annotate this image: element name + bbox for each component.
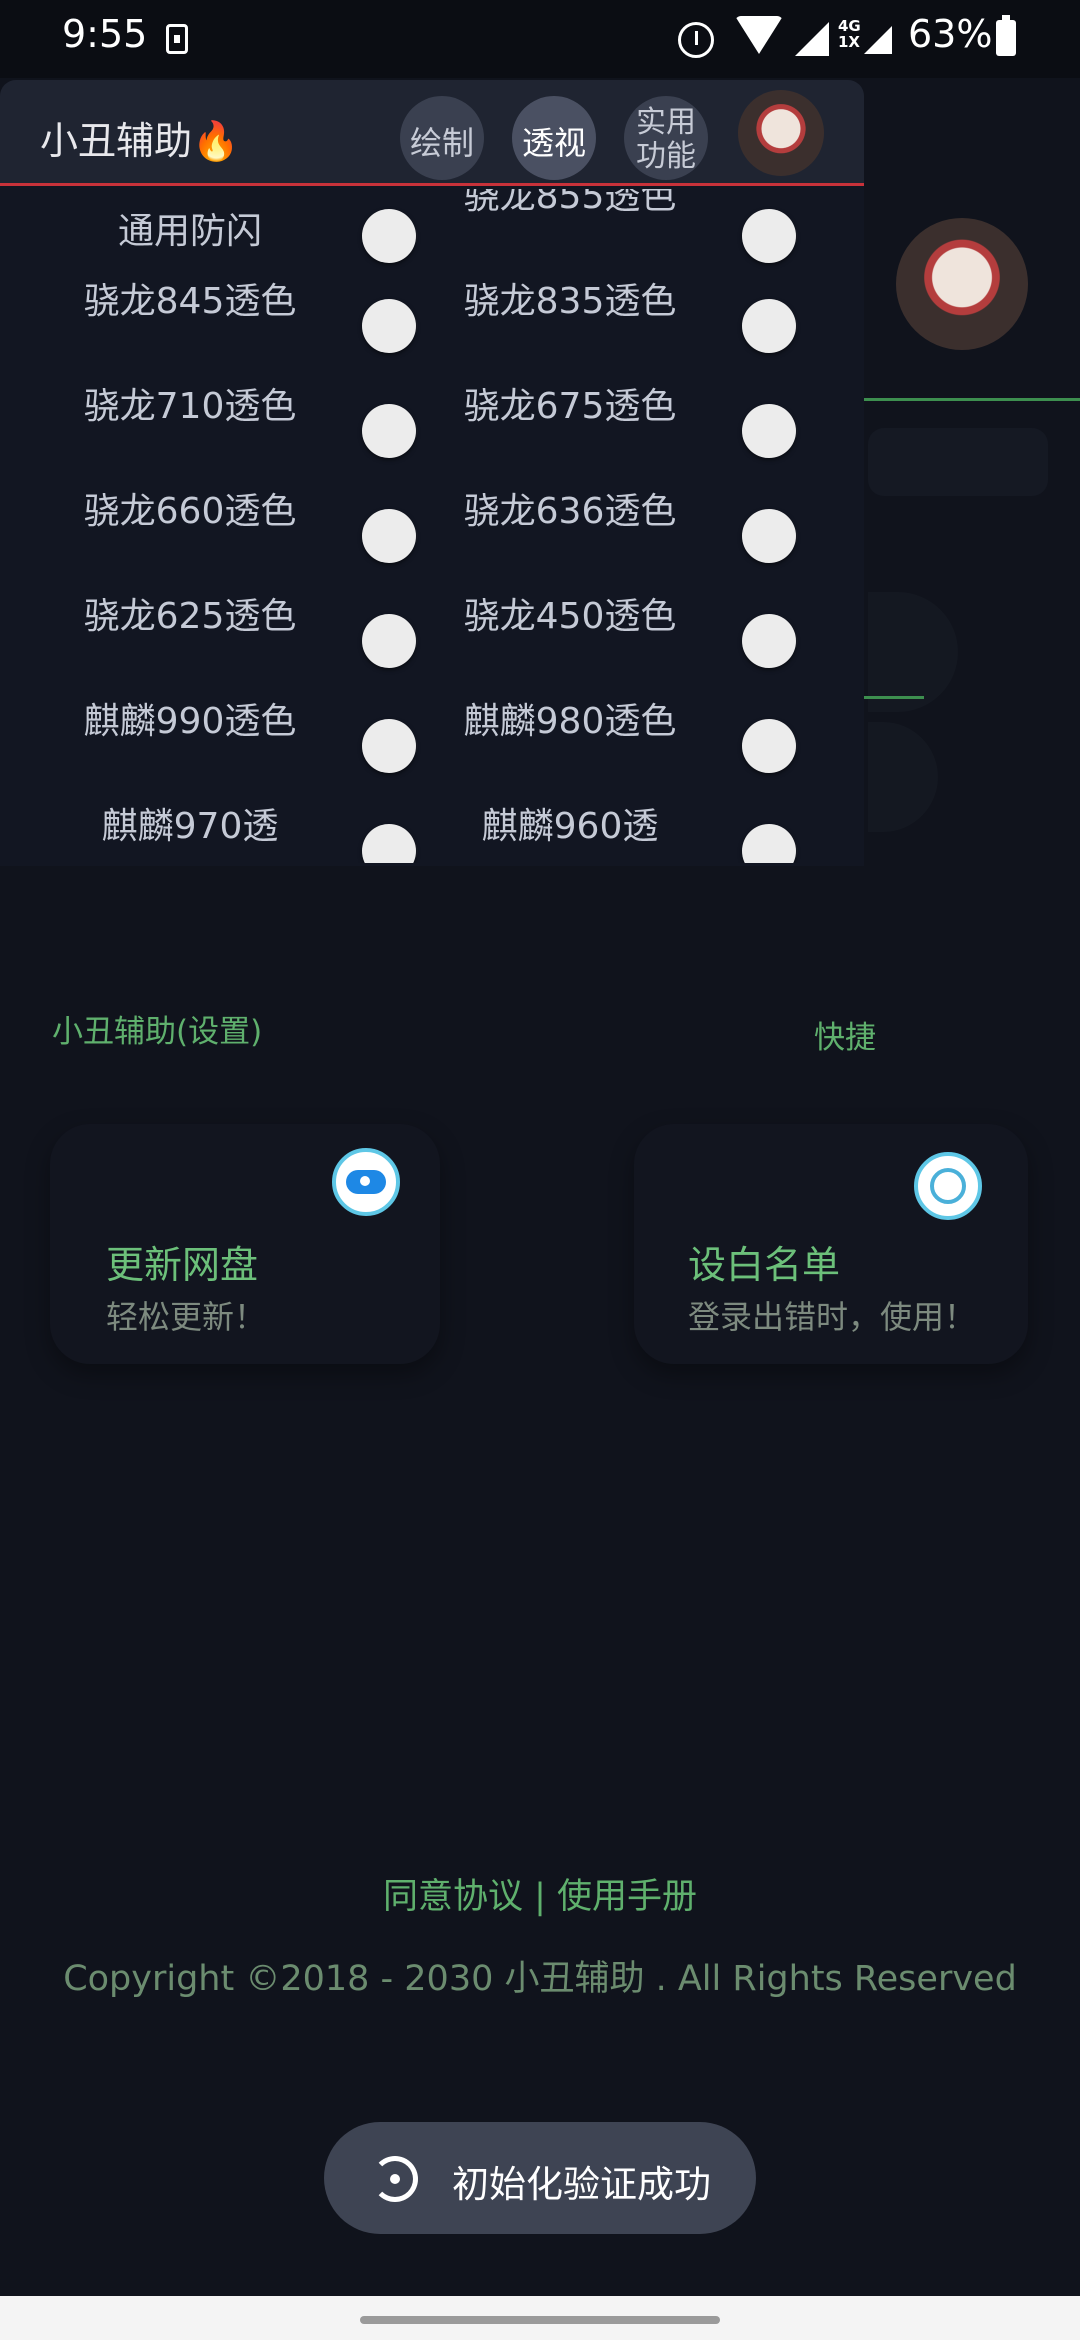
card-title: 更新网盘 <box>106 1243 259 1287</box>
network-type: 4G 1X <box>838 17 861 51</box>
option-label: 麒麟990透色 <box>83 701 297 742</box>
signal-icon-secondary <box>864 26 892 54</box>
option-label: 骁龙845透色 <box>83 281 297 322</box>
tab-perspective[interactable]: 透视 <box>512 96 596 180</box>
tab-utilities[interactable]: 实用功能 <box>624 96 708 180</box>
option-label: 骁龙625透色 <box>83 596 297 637</box>
option-label: 麒麟980透色 <box>463 701 677 742</box>
toggle-switch[interactable] <box>712 299 828 353</box>
toggle-switch[interactable] <box>332 824 448 863</box>
toast-text: 初始化验证成功 <box>452 2163 711 2206</box>
toggle-switch[interactable] <box>712 614 828 668</box>
card-subtitle: 轻松更新！ <box>106 1298 267 1336</box>
option-label: 骁龙710透色 <box>83 386 297 427</box>
option-label: 骁龙855透色 <box>463 189 677 217</box>
option-label: 骁龙660透色 <box>83 491 297 532</box>
floating-menu-panel: 小丑辅助🔥 绘制 透视 实用功能 通用防闪 骁龙845透色 骁龙710透色 骁龙… <box>0 80 864 866</box>
whitelist-card[interactable]: 设白名单 登录出错时，使用！ <box>634 1124 1028 1364</box>
status-bar: 9:55 4G 1X 63% <box>0 0 1080 78</box>
tab-label: 绘制 <box>409 124 474 162</box>
tab-label: 实用功能 <box>636 105 696 174</box>
background-card <box>868 428 1048 496</box>
background-divider-small <box>864 696 924 699</box>
toggle-switch[interactable] <box>332 299 448 353</box>
toggle-switch[interactable] <box>712 209 828 263</box>
agreement-link[interactable]: 同意协议 <box>383 1877 523 1917</box>
option-item[interactable]: 麒麟980透色 <box>440 699 840 799</box>
toggle-switch[interactable] <box>332 719 448 773</box>
refresh-icon <box>372 2156 418 2202</box>
wifi-icon <box>735 16 783 54</box>
copyright-text: Copyright ©2018 - 2030 小丑辅助 . All Rights… <box>63 1959 1017 1999</box>
cloud-icon <box>332 1148 400 1216</box>
option-item[interactable]: 骁龙710透色 <box>60 384 460 484</box>
toggle-switch[interactable] <box>332 404 448 458</box>
option-label: 骁龙835透色 <box>463 281 677 322</box>
tab-label: 透视 <box>521 124 586 162</box>
panel-title: 小丑辅助🔥 <box>40 119 240 163</box>
option-list[interactable]: 通用防闪 骁龙845透色 骁龙710透色 骁龙660透色 骁龙625透色 麒麟9… <box>0 189 864 863</box>
panel-header[interactable]: 小丑辅助🔥 绘制 透视 实用功能 <box>0 80 864 186</box>
battery-icon <box>996 15 1016 56</box>
home-gesture-bar[interactable] <box>360 2316 720 2324</box>
background-avatar <box>896 218 1028 350</box>
signal-icon <box>795 22 829 56</box>
background-shape <box>868 722 938 832</box>
option-item[interactable]: 麒麟970透 <box>60 804 460 863</box>
footer-separator: | <box>522 1877 558 1917</box>
toggle-switch[interactable] <box>712 509 828 563</box>
people-icon <box>914 1152 982 1220</box>
option-item[interactable]: 麒麟990透色 <box>60 699 460 799</box>
option-label: 麒麟960透 <box>481 806 659 847</box>
option-label: 通用防闪 <box>117 211 262 252</box>
battery-percent: 63% <box>908 12 993 56</box>
option-item[interactable]: 骁龙636透色 <box>440 489 840 589</box>
toggle-switch[interactable] <box>332 614 448 668</box>
alarm-icon <box>678 22 714 58</box>
toggle-switch[interactable] <box>712 824 828 863</box>
option-item[interactable]: 骁龙625透色 <box>60 594 460 694</box>
option-label: 骁龙636透色 <box>463 491 677 532</box>
toggle-switch[interactable] <box>712 404 828 458</box>
option-label: 骁龙450透色 <box>463 596 677 637</box>
background-divider <box>864 398 1080 401</box>
option-label: 麒麟970透 <box>101 806 279 847</box>
toggle-switch[interactable] <box>332 209 448 263</box>
card-subtitle: 登录出错时，使用！ <box>688 1298 977 1336</box>
status-time: 9:55 <box>62 12 148 56</box>
shortcut-section-title: 快捷 <box>814 1020 876 1056</box>
settings-section-title: 小丑辅助(设置) <box>52 1014 263 1050</box>
option-item[interactable]: 麒麟960透 <box>440 804 840 863</box>
option-item[interactable]: 通用防闪 <box>60 189 460 289</box>
avatar[interactable] <box>738 90 824 176</box>
footer-links: 同意协议 | 使用手册 <box>0 1868 1080 1919</box>
option-label: 骁龙675透色 <box>463 386 677 427</box>
option-item[interactable]: 骁龙845透色 <box>60 279 460 379</box>
option-item[interactable]: 骁龙450透色 <box>440 594 840 694</box>
navigation-bar <box>0 2296 1080 2340</box>
toggle-switch[interactable] <box>332 509 448 563</box>
option-item[interactable]: 骁龙855透色 <box>440 189 840 274</box>
manual-link[interactable]: 使用手册 <box>557 1877 697 1917</box>
update-netdisk-card[interactable]: 更新网盘 轻松更新！ <box>50 1124 440 1364</box>
option-item[interactable]: 骁龙835透色 <box>440 279 840 379</box>
option-item[interactable]: 骁龙660透色 <box>60 489 460 589</box>
background-shape <box>868 592 958 712</box>
download-icon <box>166 24 188 54</box>
toggle-switch[interactable] <box>712 719 828 773</box>
tab-draw[interactable]: 绘制 <box>400 96 484 180</box>
option-item[interactable]: 骁龙675透色 <box>440 384 840 484</box>
toast: 初始化验证成功 <box>324 2122 756 2234</box>
card-title: 设白名单 <box>688 1243 841 1287</box>
